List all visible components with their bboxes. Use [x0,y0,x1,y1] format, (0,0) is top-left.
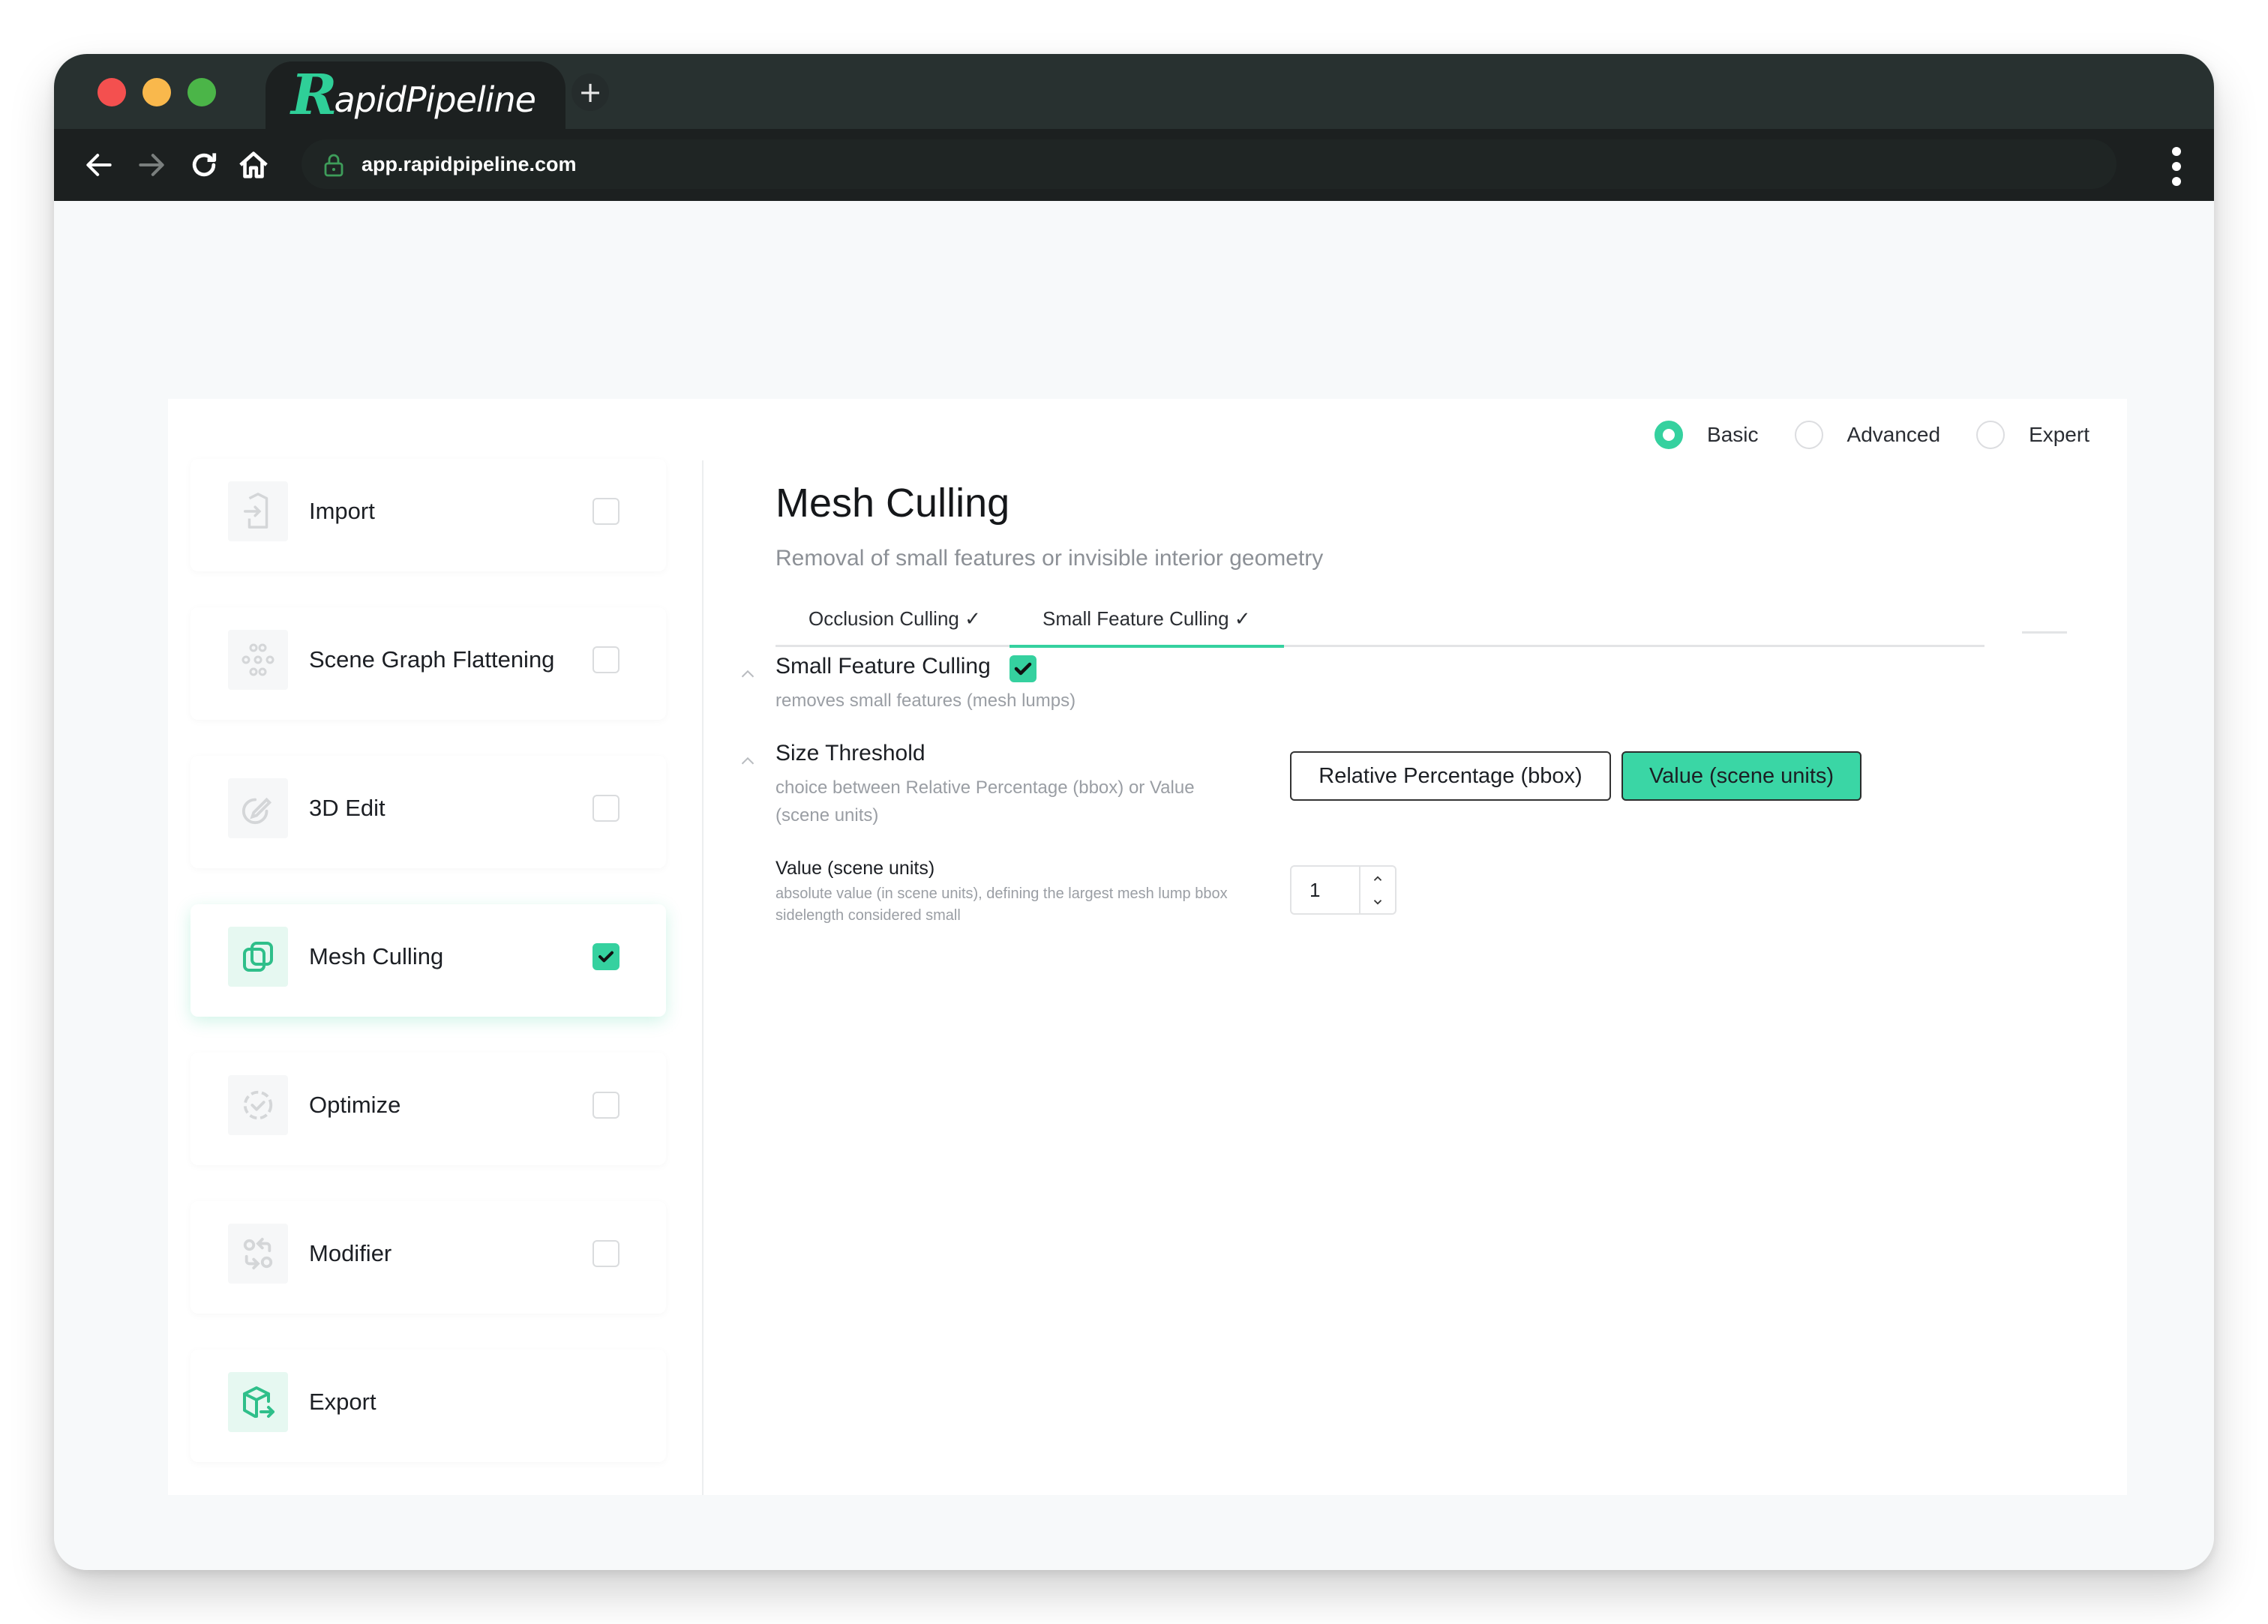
export-box-icon [228,1372,288,1432]
page-content: Import Scene Graph Flattening 3D Edit Me… [54,201,2214,1570]
rapidpipeline-logo: R apidPipeline [291,63,536,127]
stepper-value[interactable]: 1 [1310,867,1320,913]
maximize-window-button[interactable] [188,78,216,106]
logo-text: apidPipeline [334,79,536,120]
page-subtitle: Removal of small features or invisible i… [776,546,1324,571]
chevron-up-icon [1373,875,1382,881]
mode-advanced[interactable]: Advanced [1794,421,1941,449]
mode-label: Basic [1707,423,1759,446]
value-scene-units-description: absolute value (in scene units), definin… [776,885,1228,924]
sidebar-item-label: Optimize [309,1092,401,1118]
arrow-right-icon [139,154,164,176]
radio-basic[interactable] [1654,421,1684,449]
browser-tab-bar: R apidPipeline + [54,54,2214,129]
new-tab-button[interactable]: + [572,73,609,111]
import-icon [228,481,288,541]
3d-edit-checkbox[interactable] [592,795,620,822]
close-window-button[interactable] [98,78,126,106]
edit-icon [228,778,288,838]
increment-button[interactable] [1360,867,1395,890]
value-scene-units-title: Value (scene units) [776,858,935,879]
small-feature-culling-checkbox[interactable] [1010,655,1036,682]
home-button[interactable] [234,145,273,184]
culling-tabs: Occlusion Culling ✓ Small Feature Cullin… [776,601,1984,648]
optimize-checkbox[interactable] [592,1092,620,1119]
mode-basic[interactable]: Basic [1654,421,1759,449]
arrow-left-icon [86,154,112,176]
browser-window: R apidPipeline + app.rapidpipeline.com I… [54,54,2214,1570]
size-threshold-title: Size Threshold [776,741,926,766]
value-scene-units-button[interactable]: Value (scene units) [1622,751,1862,801]
small-feature-culling-description: removes small features (mesh lumps) [776,691,1076,711]
tab-scroll-indicator [2022,631,2067,634]
browser-tab-rapidpipeline[interactable]: R apidPipeline [266,61,566,129]
mode-label: Advanced [1846,423,1941,446]
browser-nav-bar: app.rapidpipeline.com [54,129,2214,201]
modifier-checkbox[interactable] [592,1240,620,1267]
sidebar-item-label: 3D Edit [309,795,386,821]
scene-graph-icon [228,630,288,690]
tab-occlusion-culling[interactable]: Occlusion Culling ✓ [808,601,981,645]
sidebar-item-mesh-culling[interactable]: Mesh Culling [190,904,666,1017]
chevron-up-icon[interactable] [736,750,759,772]
settings-panel: Import Scene Graph Flattening 3D Edit Me… [168,399,2127,1495]
decrement-button[interactable] [1360,890,1395,913]
logo-initial: R [291,63,338,127]
tab-small-feature-culling[interactable]: Small Feature Culling ✓ [1010,601,1284,648]
kebab-menu-icon[interactable] [2169,147,2184,186]
size-threshold-description: choice between Relative Percentage (bbox… [776,778,1195,825]
sidebar-item-import[interactable]: Import [190,459,666,571]
sidebar-item-export[interactable]: Export [190,1350,666,1462]
mode-selector: Basic Advanced Expert [1618,417,2090,453]
sidebar-item-label: Scene Graph Flattening [309,646,555,673]
sidebar-item-label: Export [309,1389,376,1415]
radio-advanced[interactable] [1794,421,1823,449]
sidebar-item-scene-graph-flattening[interactable]: Scene Graph Flattening [190,607,666,720]
mode-expert[interactable]: Expert [1976,421,2090,449]
sidebar-divider [702,460,704,1495]
forward-button[interactable] [132,145,171,184]
relative-percentage-button[interactable]: Relative Percentage (bbox) [1290,751,1611,801]
layers-icon [228,927,288,987]
value-scene-units-stepper[interactable]: 1 [1290,865,1396,915]
sidebar-item-3d-edit[interactable]: 3D Edit [190,756,666,868]
chevron-up-icon[interactable] [736,663,759,685]
optimize-icon [228,1075,288,1135]
back-button[interactable] [80,145,118,184]
lock-icon [324,154,344,177]
mesh-culling-checkbox[interactable] [592,943,620,970]
sidebar-item-label: Modifier [309,1240,392,1266]
chevron-down-icon [1373,899,1382,905]
stepper-arrows [1359,867,1395,913]
import-checkbox[interactable] [592,498,620,525]
minimize-window-button[interactable] [142,78,171,106]
modifier-icon [228,1224,288,1284]
checkmark-icon [1014,662,1032,676]
page-title: Mesh Culling [776,481,1010,526]
reload-icon [192,153,217,177]
url-text[interactable]: app.rapidpipeline.com [362,139,577,189]
sidebar-item-modifier[interactable]: Modifier [190,1201,666,1314]
radio-expert[interactable] [1976,421,2006,449]
reload-button[interactable] [184,145,224,184]
scene-graph-flattening-checkbox[interactable] [592,646,620,673]
mode-label: Expert [2029,423,2090,446]
small-feature-culling-title: Small Feature Culling [776,654,991,679]
home-icon [239,151,268,178]
sidebar-item-label: Mesh Culling [309,943,444,969]
sidebar-item-label: Import [309,498,375,524]
sidebar-item-optimize[interactable]: Optimize [190,1053,666,1165]
address-bar[interactable]: app.rapidpipeline.com [302,139,2116,189]
checkmark-icon [598,951,614,963]
